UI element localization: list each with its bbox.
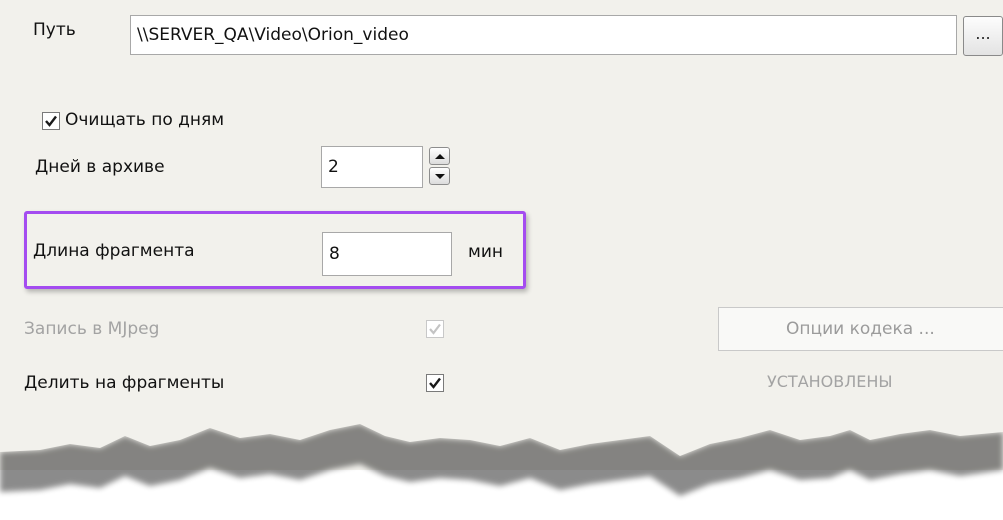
clean-by-days-checkbox[interactable] <box>42 112 60 130</box>
spin-up-button[interactable] <box>429 147 450 165</box>
mjpeg-record-label: Запись в MJpeg <box>24 319 160 339</box>
split-fragments-label: Делить на фрагменты <box>24 373 225 393</box>
checkmark-icon <box>429 323 441 335</box>
browse-button[interactable]: ... <box>963 16 1003 56</box>
torn-edge <box>0 400 1003 496</box>
codec-status: УСТАНОВЛЕНЫ <box>767 372 893 391</box>
days-in-archive-input[interactable]: 2 <box>321 146 423 188</box>
fragment-length-label: Длина фрагмента <box>33 241 195 261</box>
days-in-archive-label: Дней в архиве <box>35 157 165 177</box>
fragment-length-input[interactable]: 8 <box>322 232 452 276</box>
spin-up-icon <box>435 154 445 159</box>
split-fragments-checkbox[interactable] <box>426 374 444 392</box>
days-spinner[interactable] <box>429 147 450 185</box>
codec-options-button[interactable]: Опции кодека ... <box>718 307 1003 351</box>
fragment-length-unit: мин <box>468 242 503 262</box>
checkmark-icon <box>45 115 57 127</box>
spin-down-button[interactable] <box>429 167 450 185</box>
path-label: Путь <box>33 20 76 40</box>
mjpeg-record-checkbox <box>426 320 444 338</box>
checkmark-icon <box>429 377 441 389</box>
clean-by-days-label: Очищать по дням <box>65 110 225 130</box>
spin-down-icon <box>435 174 445 179</box>
path-input[interactable]: \\SERVER_QA\Video\Orion_video <box>130 15 957 55</box>
